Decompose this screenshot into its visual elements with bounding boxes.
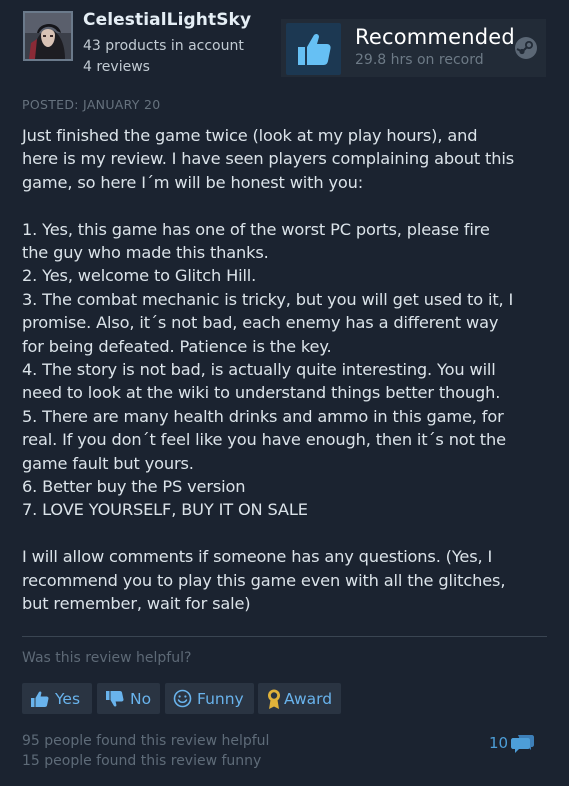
thumbs-up-icon	[286, 23, 341, 75]
review-line: need to look at the wiki to understand t…	[22, 383, 501, 403]
award-button[interactable]: Award	[258, 683, 341, 714]
vote-funny-button[interactable]: Funny	[165, 683, 254, 714]
thumbs-down-icon	[105, 690, 125, 708]
recommendation-title: Recommended	[355, 25, 515, 49]
review-line: 7. LOVE YOURSELF, BUY IT ON SALE	[22, 500, 308, 520]
review-line: the guy who made this thanks.	[22, 243, 269, 263]
review-header: CelestialLightSky 43 products in account…	[0, 0, 569, 88]
recommendation-box[interactable]: Recommended 29.8 hrs on record	[281, 19, 546, 77]
products-count[interactable]: 43 products in account	[83, 38, 244, 54]
review-line: 3. The combat mechanic is tricky, but yo…	[22, 289, 514, 309]
smiley-icon	[173, 689, 192, 708]
user-avatar[interactable]	[23, 11, 73, 61]
review-line: Just finished the game twice (look at my…	[22, 126, 478, 145]
review-line: game, so here I´m will be honest with yo…	[22, 172, 364, 192]
vote-yes-label: Yes	[55, 689, 81, 708]
vote-no-button[interactable]: No	[97, 683, 160, 714]
comment-bubble-icon	[511, 732, 535, 754]
thumbs-up-icon	[30, 690, 50, 708]
helpful-question: Was this review helpful?	[22, 650, 192, 666]
review-line: here is my review. I have seen players c…	[22, 149, 514, 169]
vote-funny-label: Funny	[197, 689, 244, 708]
helpful-count-text: 95 people found this review helpful	[22, 733, 270, 749]
review-line: but remember, wait for sale)	[22, 594, 251, 614]
vote-yes-button[interactable]: Yes	[22, 683, 92, 714]
hours-on-record: 29.8 hrs on record	[355, 52, 484, 68]
review-line: 6. Better buy the PS version	[22, 477, 246, 497]
vote-no-label: No	[130, 689, 152, 708]
comments-count: 10	[489, 734, 509, 752]
divider	[22, 636, 547, 637]
award-medal-icon	[266, 688, 282, 710]
avatar-image	[25, 13, 71, 59]
review-line: 1. Yes, this game has one of the worst P…	[22, 219, 490, 239]
review-line: game fault but yours.	[22, 453, 194, 473]
award-label: Award	[284, 689, 333, 708]
steam-logo-icon	[515, 37, 537, 59]
author-name[interactable]: CelestialLightSky	[83, 10, 251, 30]
posted-date: POSTED: JANUARY 20	[22, 97, 161, 112]
review-line	[22, 522, 552, 545]
review-line: 2. Yes, welcome to Glitch Hill.	[22, 266, 257, 286]
review-line: recommend you to play this game even wit…	[22, 570, 506, 590]
review-line: real. If you don´t feel like you have en…	[22, 430, 506, 450]
reviews-count[interactable]: 4 reviews	[83, 59, 150, 75]
comments-link[interactable]: 10	[489, 732, 535, 754]
review-line: 5. There are many health drinks and ammo…	[22, 406, 504, 426]
review-line: for being defeated. Patience is the key.	[22, 336, 332, 356]
review-line: I will allow comments if someone has any…	[22, 547, 493, 567]
review-line: 4. The story is not bad, is actually qui…	[22, 360, 496, 380]
review-text: Just finished the game twice (look at my…	[22, 124, 552, 616]
review-line	[22, 194, 552, 217]
review-line: promise. Also, it´s not bad, each enemy …	[22, 313, 499, 333]
funny-count-text: 15 people found this review funny	[22, 753, 262, 769]
